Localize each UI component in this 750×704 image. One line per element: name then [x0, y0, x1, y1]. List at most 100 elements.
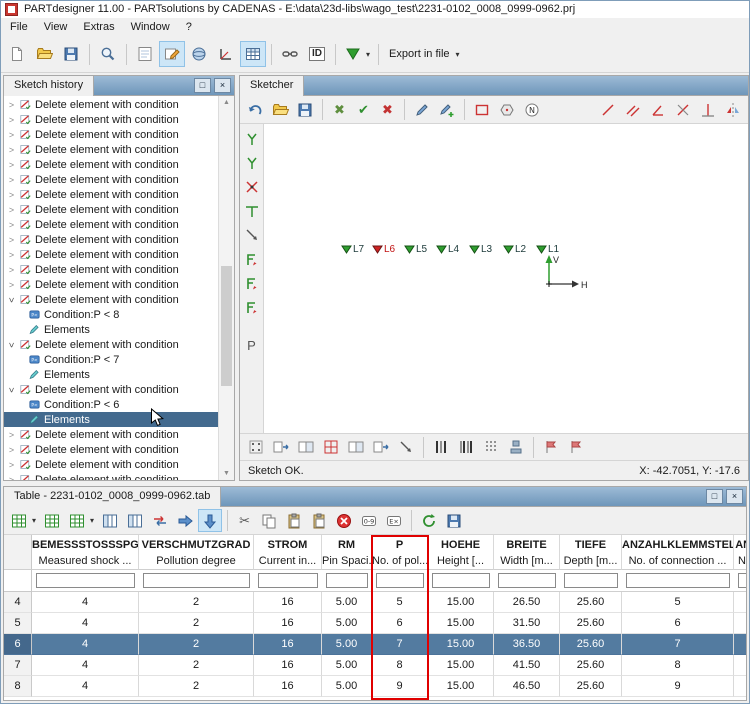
restore-button[interactable]: □: [194, 78, 211, 93]
chevron-right-icon[interactable]: >: [7, 130, 16, 140]
tree-item[interactable]: > Delete element with condition: [4, 457, 219, 472]
table-cell[interactable]: [734, 592, 746, 613]
chevron-right-icon[interactable]: >: [7, 235, 16, 245]
digit-filter-icon[interactable]: [357, 509, 381, 532]
table-cell[interactable]: [734, 634, 746, 655]
filter-input-hoehe[interactable]: [432, 573, 490, 588]
table-row[interactable]: 7 4 2 16 5.00 8 15.00 41.50 25.60 8: [4, 655, 746, 676]
table-cell[interactable]: 5.00: [322, 613, 372, 634]
table-cell[interactable]: 2: [139, 655, 254, 676]
sketch-canvas[interactable]: L7 L6 L5 L4 L3 L2 L1 V H: [264, 124, 748, 433]
column-header-bemessstossspg[interactable]: BEMESSSTOSSSPG: [32, 535, 139, 554]
chevron-right-icon[interactable]: >: [7, 220, 16, 230]
table-view-icon[interactable]: [240, 41, 266, 67]
sketch-label-l5[interactable]: L5: [404, 244, 427, 255]
menu-view[interactable]: View: [36, 19, 76, 35]
chevron-down-icon[interactable]: >: [7, 340, 17, 349]
filter-input-rm[interactable]: [326, 573, 368, 588]
filter-input-verschmutzgrad[interactable]: [143, 573, 250, 588]
table-cell[interactable]: 15.00: [428, 613, 494, 634]
table-row[interactable]: 8 4 2 16 5.00 9 15.00 46.50 25.60 9: [4, 676, 746, 697]
chevron-right-icon[interactable]: >: [7, 175, 16, 185]
sketch-label-l4[interactable]: L4: [436, 244, 459, 255]
tree-child-condition[interactable]: Condition:P < 7: [4, 352, 219, 367]
table-cell[interactable]: 4: [32, 655, 139, 676]
table-add-icon[interactable]: ▾: [65, 509, 97, 532]
chevron-right-icon[interactable]: >: [7, 430, 16, 440]
sketch-edit-icon[interactable]: [159, 41, 185, 67]
add-sketch-icon[interactable]: [435, 98, 459, 121]
menu-extras[interactable]: Extras: [75, 19, 122, 35]
table-cell[interactable]: 16: [254, 655, 322, 676]
tree-child-condition[interactable]: Condition:P < 8: [4, 307, 219, 322]
table-cell[interactable]: 9: [372, 676, 428, 697]
flag-a-icon[interactable]: [539, 436, 563, 458]
chevron-down-icon[interactable]: >: [7, 385, 17, 394]
chevron-right-icon[interactable]: >: [7, 160, 16, 170]
table-cell[interactable]: 5.00: [322, 592, 372, 613]
point-fb-icon[interactable]: [241, 272, 263, 294]
column-header-tiefe[interactable]: TIEFE: [560, 535, 622, 554]
table-cell[interactable]: 36.50: [494, 634, 560, 655]
n-circle-tool-icon[interactable]: [520, 98, 544, 121]
paste-special-icon[interactable]: [307, 509, 331, 532]
tree-item[interactable]: > Delete element with condition: [4, 472, 219, 480]
chevron-right-icon[interactable]: >: [7, 460, 16, 470]
point-fc-icon[interactable]: [241, 296, 263, 318]
open-folder-icon[interactable]: [31, 41, 57, 67]
rect-tool-icon[interactable]: [470, 98, 494, 121]
table-cell[interactable]: 7: [372, 634, 428, 655]
delete-row-icon[interactable]: [332, 509, 356, 532]
scroll-up-icon[interactable]: ▲: [219, 96, 234, 109]
close-button[interactable]: ×: [214, 78, 231, 93]
chevron-right-icon[interactable]: >: [7, 115, 16, 125]
discard-icon[interactable]: ✖: [328, 98, 351, 121]
axes-view-icon[interactable]: [213, 41, 239, 67]
point-delete-icon[interactable]: [241, 176, 263, 198]
flag-b-icon[interactable]: [564, 436, 588, 458]
transfer-right-icon[interactable]: [173, 509, 197, 532]
point-branch-up-icon[interactable]: [241, 128, 263, 150]
table-cell[interactable]: 5: [622, 592, 734, 613]
grid-cut-icon[interactable]: [269, 436, 293, 458]
table-cell[interactable]: 41.50: [494, 655, 560, 676]
swap-values-icon[interactable]: [148, 509, 172, 532]
sketch-label-l2[interactable]: L2: [503, 244, 526, 255]
cut-icon[interactable]: ✂: [233, 509, 256, 532]
close-button[interactable]: ×: [726, 489, 743, 504]
link-icon[interactable]: [277, 41, 303, 67]
column-header-rm[interactable]: RM: [322, 535, 372, 554]
chevron-right-icon[interactable]: >: [7, 100, 16, 110]
chevron-down-icon[interactable]: >: [7, 295, 17, 304]
sketch-label-l6[interactable]: L6: [372, 244, 395, 255]
table-cell[interactable]: 4: [32, 676, 139, 697]
expression-filter-icon[interactable]: [382, 509, 406, 532]
chevron-right-icon[interactable]: >: [7, 205, 16, 215]
sketch-history-tab[interactable]: Sketch history: [3, 75, 95, 96]
table-cell[interactable]: 4: [32, 592, 139, 613]
tree-item[interactable]: > Delete element with condition: [4, 217, 219, 232]
table-cell[interactable]: 6: [622, 613, 734, 634]
table-cell[interactable]: 25.60: [560, 655, 622, 676]
line-tool-icon[interactable]: [596, 98, 620, 121]
cancel-icon[interactable]: ✖: [376, 98, 399, 121]
point-p-icon[interactable]: P: [241, 334, 263, 356]
filter-input-anzahlklemmstel[interactable]: [626, 573, 730, 588]
column-header-hoehe[interactable]: HOEHE: [428, 535, 494, 554]
table-menu-icon[interactable]: ▾: [7, 509, 39, 532]
filter-input-tiefe[interactable]: [564, 573, 618, 588]
row-header-cell[interactable]: 8: [4, 676, 32, 697]
pattern-book-icon[interactable]: [429, 436, 453, 458]
tree-item[interactable]: > Delete element with condition: [4, 232, 219, 247]
table-cell[interactable]: 6: [372, 613, 428, 634]
table-cell[interactable]: 15.00: [428, 634, 494, 655]
filter-input-p[interactable]: [376, 573, 424, 588]
menu-file[interactable]: File: [2, 19, 36, 35]
table-cell[interactable]: 2: [139, 676, 254, 697]
scroll-down-icon[interactable]: ▼: [219, 467, 234, 480]
column-header-anzahlklemmstel[interactable]: ANZAHLKLEMMSTEL: [622, 535, 734, 554]
table-cell[interactable]: 2: [139, 634, 254, 655]
grid-diagonal-icon[interactable]: [394, 436, 418, 458]
table-cell[interactable]: 5.00: [322, 634, 372, 655]
chevron-right-icon[interactable]: >: [7, 190, 16, 200]
